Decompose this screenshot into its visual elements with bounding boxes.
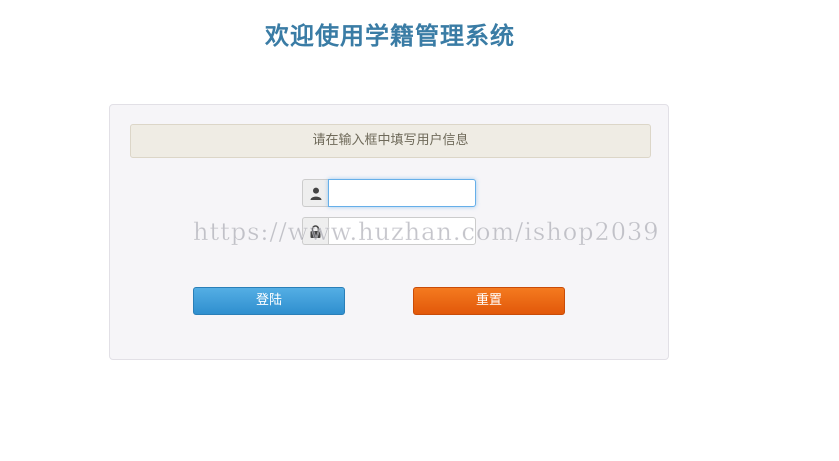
page-title: 欢迎使用学籍管理系统 [265,22,515,50]
lock-icon [302,217,328,245]
username-input[interactable] [328,179,476,207]
username-field-group [302,179,476,207]
user-icon [302,179,328,207]
reset-button[interactable]: 重置 [413,287,565,315]
login-button[interactable]: 登陆 [193,287,345,315]
password-field-group [302,217,476,245]
info-notice: 请在输入框中填写用户信息 [130,124,651,158]
login-panel: 请在输入框中填写用户信息 登陆 重置 [109,104,669,360]
login-page: 欢迎使用学籍管理系统 请在输入框中填写用户信息 登陆 重置 https://ww… [0,0,839,461]
password-input[interactable] [328,217,476,245]
